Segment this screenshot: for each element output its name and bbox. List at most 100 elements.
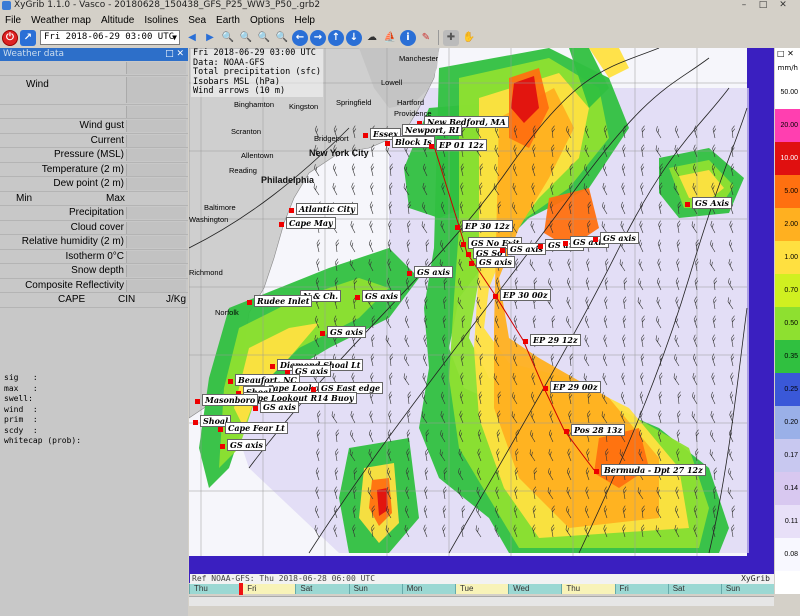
waypoint-pin[interactable]: GS axis [320,326,366,338]
data-rows: Wind Wind gust Current Pressure (MSL) Temper… [0,61,188,308]
timeline-day[interactable]: Tue [454,584,509,594]
waypoint-pin[interactable]: EP 30 00z [493,289,551,301]
waypoint-pin[interactable]: Masonboro [195,394,259,406]
timeline-day[interactable]: Sat [667,584,721,594]
timeline-day[interactable]: Thu [561,584,615,594]
crosshair-icon[interactable]: ✚ [443,29,459,46]
next-step-icon[interactable]: ▶ [202,29,218,46]
waypoint-pin[interactable]: Newport, RI [395,124,463,136]
open-file-icon[interactable]: ↗ [20,29,36,46]
stop-icon[interactable]: ⏻ [2,29,18,46]
waypoint-pin[interactable]: EP 29 12z [523,334,581,346]
data-row[interactable]: Pressure (MSL) [0,148,188,163]
waypoint-marker-icon [500,247,505,253]
scale-close-icon[interactable]: □ ✕ [777,49,794,58]
download-icon[interactable]: ☁ [364,29,380,46]
data-row[interactable]: CAPE CIN J/Kg [0,293,188,308]
waypoint-pin[interactable]: GS axis [355,290,401,302]
menu-sea[interactable]: Sea [183,15,211,26]
waypoint-marker-icon [685,201,690,207]
weather-map[interactable] [189,48,774,583]
data-row[interactable]: Wind [0,76,188,105]
waypoint-pin[interactable]: GS axis [593,232,639,244]
data-row[interactable] [0,105,188,119]
weather-data-panel: Weather data □ ✕ Wind Wind gust Current Pre… [0,48,188,616]
pan-left-icon[interactable]: ← [292,29,308,46]
waypoint-pin[interactable]: GS axis [407,266,453,278]
waypoint-pin[interactable]: Cape Fear Lt [218,422,288,434]
data-row[interactable]: Dew point (2 m) [0,177,188,192]
info-icon[interactable]: i [400,29,416,46]
waypoint-pin[interactable]: EP 30 12z [455,220,513,232]
menu-earth[interactable]: Earth [211,15,245,26]
timeline-marker[interactable] [239,583,243,595]
data-row[interactable]: Snow depth [0,264,188,279]
horizontal-scrollbar[interactable] [189,596,774,606]
waypoint-label: Cape May [286,217,336,229]
data-row[interactable]: Relative humidity (2 m) [0,235,188,250]
data-row[interactable]: Min Max [0,192,188,206]
menu-altitude[interactable]: Altitude [96,15,139,26]
row-label: Relative humidity (2 m) [21,236,124,247]
timeline-day[interactable]: Thu [189,584,242,594]
data-row[interactable]: Isotherm 0°C [0,250,188,264]
timeline-day[interactable]: Sun [720,584,774,594]
menu-options[interactable]: Options [245,15,289,26]
data-row[interactable]: Current [0,134,188,148]
maximize-icon[interactable]: □ [756,0,770,11]
timeline[interactable]: Thu Fri Sat Sun Mon Tue Wed Thu Fri Sat Sun [189,583,774,595]
waypoint-pin[interactable]: Bermuda - Dpt 27 12z [594,464,706,476]
data-row[interactable]: Temperature (2 m) [0,163,188,177]
row-value [126,279,186,292]
waypoint-marker-icon [385,140,390,146]
previous-step-icon[interactable]: ◀ [184,29,200,46]
waypoint-pin[interactable]: Cape May [279,217,336,229]
waypoint-marker-icon [455,224,460,230]
timeline-day[interactable]: Sun [348,584,402,594]
timeline-day[interactable]: Mon [401,584,455,594]
timeline-day[interactable]: Sat [295,584,348,594]
data-row[interactable]: Cloud cover [0,221,188,235]
data-row[interactable]: Precipitation [0,206,188,221]
waypoint-pin[interactable]: EP 29 00z [543,381,601,393]
zoom-out-icon[interactable]: 🔍 [238,29,254,46]
menu-weather-map[interactable]: Weather map [26,15,96,26]
zoom-in-icon[interactable]: 🔍 [220,29,236,46]
waypoint-pin[interactable]: EP 01 12z [429,139,487,151]
waypoint-pin[interactable]: Rudee Inlet [247,295,313,307]
close-icon[interactable]: ✕ [776,0,790,11]
timeline-day[interactable]: Wed [508,584,561,594]
pan-right-icon[interactable]: → [310,29,326,46]
timeline-day[interactable]: Fri [242,584,296,594]
boat-icon[interactable]: ⛵ [382,29,398,46]
city-label: Springfield [336,98,372,107]
hand-icon[interactable]: ✋ [461,29,477,46]
panel-close-icon[interactable]: □ ✕ [165,48,184,61]
pan-down-icon[interactable]: ↓ [346,29,362,46]
waypoint-pin[interactable]: GS Axis [685,197,732,209]
brand-label: XyGrib [741,574,770,583]
data-row[interactable] [0,61,188,76]
pencil-icon[interactable]: ✎ [418,29,434,46]
menu-isolines[interactable]: Isolines [139,15,183,26]
menu-file[interactable]: File [0,15,26,26]
date-selector[interactable]: Fri 2018-06-29 03:00 UTC ▼ [40,30,180,45]
scale-bin: 0.50 [775,307,800,340]
menu-help[interactable]: Help [289,15,320,26]
pan-up-icon[interactable]: ↑ [328,29,344,46]
data-row[interactable]: Wind gust [0,119,188,134]
zoom-fit-icon[interactable]: 🔍 [256,29,272,46]
data-row[interactable]: Composite Reflectivity [0,279,188,293]
waypoint-pin[interactable]: GS axis [220,439,266,451]
waypoint-pin[interactable]: Atlantic City [289,203,358,215]
timeline-day[interactable]: Fri [614,584,668,594]
waypoint-pin[interactable]: GS axis [253,401,299,413]
window-title: XyGrib 1.1.0 - Vasco - 20180628_150438_G… [14,0,321,10]
waypoint-marker-icon [253,405,258,411]
waypoint-pin[interactable]: Pos 28 13z [564,424,626,436]
zoom-all-icon[interactable]: 🔍 [274,29,290,46]
waypoint-pin[interactable]: Block Is [385,136,435,148]
map-area[interactable]: Fri 2018-06-29 03:00 UTC Data: NOAA-GFS … [189,48,774,583]
waypoint-pin[interactable]: GS axis [469,256,515,268]
minimize-icon[interactable]: – [737,0,751,11]
